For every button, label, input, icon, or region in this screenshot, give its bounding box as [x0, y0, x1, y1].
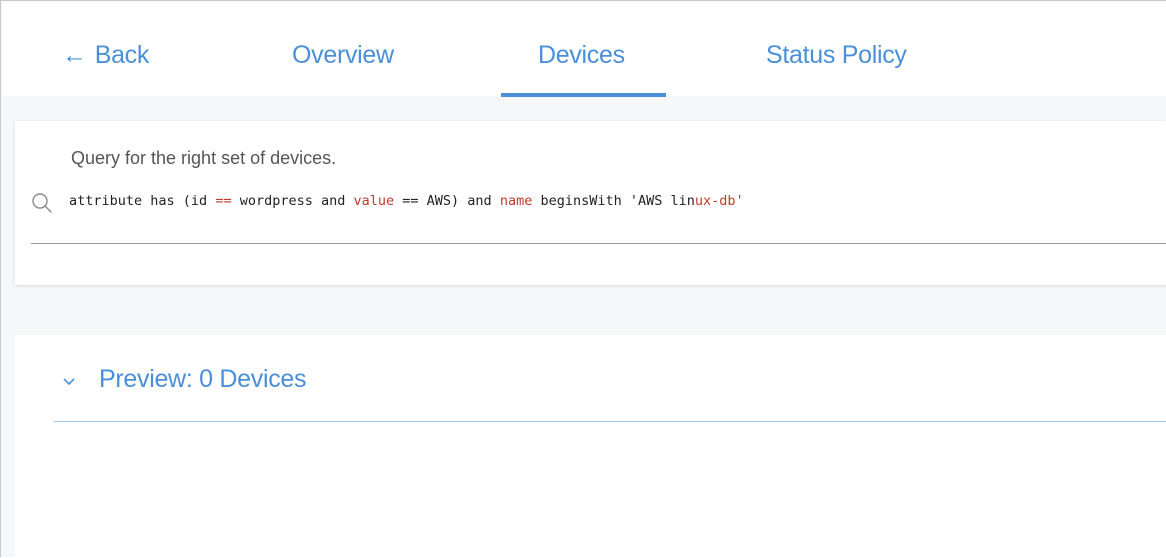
- query-token-keyword: value: [353, 193, 395, 209]
- query-text[interactable]: attribute has (id == wordpress and value…: [69, 193, 744, 209]
- arrow-left-icon: ←: [62, 41, 87, 69]
- top-nav: ← Back Overview Devices Status Policy: [2, 2, 1166, 97]
- back-label: Back: [94, 41, 150, 69]
- preview-count: 0: [199, 365, 213, 393]
- query-input[interactable]: attribute has (id == wordpress and value…: [31, 190, 1151, 216]
- tab-overview-label: Overview: [292, 41, 394, 69]
- preview-label: Preview:: [99, 365, 193, 393]
- tab-status-policy[interactable]: Status Policy: [766, 41, 907, 70]
- tab-devices[interactable]: Devices: [538, 41, 625, 70]
- tab-overview[interactable]: Overview: [292, 41, 394, 70]
- back-button[interactable]: ← Back: [62, 41, 149, 70]
- query-token-keyword: name: [499, 193, 533, 209]
- query-token: beginsWith 'AWS lin: [532, 193, 695, 209]
- query-token: attribute has (id: [69, 193, 216, 209]
- query-token-highlight: ux-db': [694, 193, 744, 209]
- query-input-underline: [31, 243, 1166, 244]
- search-icon: [32, 193, 52, 213]
- query-panel: Query for the right set of devices. attr…: [15, 121, 1166, 285]
- tab-devices-label: Devices: [538, 41, 625, 69]
- preview-divider: [54, 421, 1166, 422]
- query-token: wordpress and: [231, 193, 354, 209]
- query-token: == AWS) and: [394, 193, 500, 209]
- app-frame: ← Back Overview Devices Status Policy Que…: [0, 0, 1166, 558]
- preview-title: Preview: 0 Devices: [99, 365, 307, 394]
- query-token-operator: ==: [215, 193, 232, 209]
- tab-status-policy-label: Status Policy: [766, 41, 907, 69]
- active-tab-indicator: [501, 93, 666, 97]
- preview-panel: Preview: 0 Devices: [15, 335, 1166, 558]
- query-hint: Query for the right set of devices.: [71, 148, 337, 168]
- chevron-down-icon: [63, 378, 75, 386]
- preview-unit: Devices: [219, 365, 307, 393]
